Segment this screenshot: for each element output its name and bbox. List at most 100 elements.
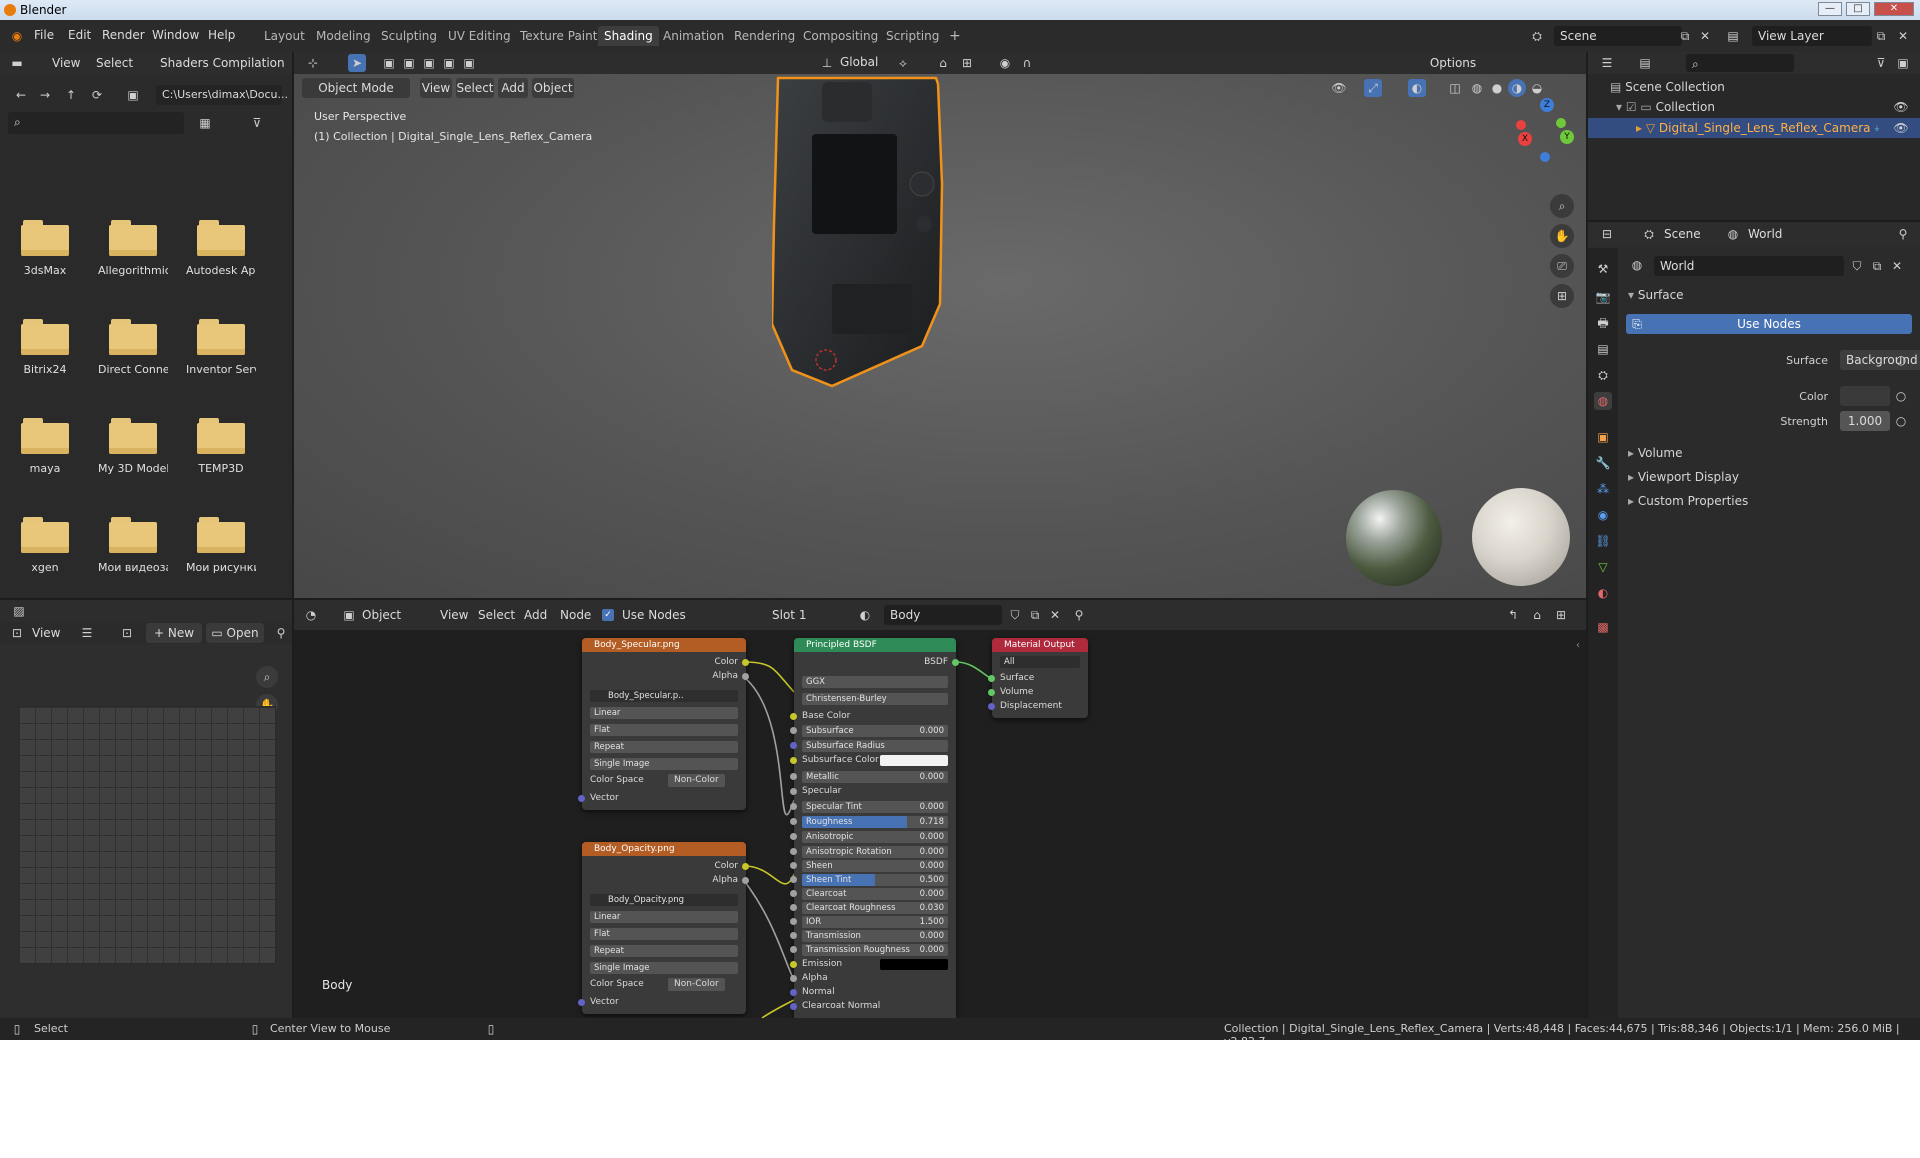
tab-uv-editing[interactable]: UV Editing (442, 26, 517, 46)
image-texture-node-specular[interactable]: Body_Specular.png Color Alpha Body_Specu… (578, 638, 749, 810)
forward-arrow-icon[interactable]: → (36, 86, 54, 104)
camera-model[interactable] (772, 74, 1112, 414)
subsurface-method-select[interactable]: Christensen-Burley (802, 693, 948, 705)
unlink-material-icon[interactable]: ✕ (1046, 606, 1064, 624)
interpolation-select[interactable]: Linear (590, 707, 738, 719)
object-mode-select[interactable]: Object Mode (302, 78, 410, 98)
sidebar-toggle-icon[interactable]: ‹ (1576, 640, 1580, 651)
particles-tab-icon[interactable]: ⁂ (1594, 480, 1612, 498)
duplicate-world-icon[interactable]: ⧉ (1868, 257, 1886, 275)
viewport-menu-view[interactable]: View (420, 78, 452, 98)
tab-layout[interactable]: Layout (258, 26, 311, 46)
gizmo-y-neg[interactable] (1556, 118, 1566, 128)
material-name-field[interactable]: Body (884, 605, 1002, 625)
snap-icon[interactable]: ⌂ (934, 54, 952, 72)
volume-section-header[interactable]: ▸ Volume (1628, 446, 1682, 460)
data-tab-icon[interactable]: ▽ (1594, 558, 1612, 576)
tab-compositing[interactable]: Compositing (797, 26, 884, 46)
metallic-socket[interactable] (790, 773, 797, 780)
navigation-gizmo[interactable]: Z X Y (1512, 92, 1586, 164)
gizmo-toggle-icon[interactable]: ⤢ (1364, 79, 1382, 97)
file-search-input[interactable]: ⌕ (8, 112, 184, 134)
select-box-extend-icon[interactable]: ▣ (400, 54, 418, 72)
world-icon[interactable]: ◍ (1724, 225, 1742, 243)
filebrowser-menu-shaders[interactable]: Shaders Compilation (160, 56, 285, 70)
normal-socket[interactable] (790, 989, 797, 996)
constraints-tab-icon[interactable]: ⛓ (1594, 532, 1612, 550)
emission-socket[interactable] (790, 961, 797, 968)
collection-item[interactable]: ▾ ☑ ▭ Collection (1616, 100, 1715, 114)
solid-shading-icon[interactable]: ● (1488, 79, 1506, 97)
image-menu-view[interactable]: View (32, 626, 60, 640)
tab-modeling[interactable]: Modeling (310, 26, 377, 46)
object-item[interactable]: ▸ ▽ Digital_Single_Lens_Reflex_Camera (1636, 121, 1871, 135)
overlay-toggle-icon[interactable]: ◐ (1408, 79, 1426, 97)
pivot-point-icon[interactable]: ⟡ (894, 54, 912, 72)
output-tab-icon[interactable]: 🖶 (1594, 314, 1612, 332)
specular-tint-field[interactable]: Specular Tint 0.000 (802, 801, 948, 813)
options-menu[interactable]: Options (1420, 53, 1486, 73)
folder-item[interactable]: TEMP3D (186, 418, 256, 475)
scene-selector[interactable]: Scene (1554, 26, 1682, 46)
transmission-field[interactable]: Transmission 0.000 (802, 930, 948, 942)
editor-type-icon[interactable]: ▬ (8, 54, 26, 72)
folder-item[interactable]: maya (10, 418, 80, 475)
folder-item[interactable]: Direct Connect (98, 319, 168, 376)
gizmo-z-neg[interactable] (1540, 152, 1550, 162)
snap-target-icon[interactable]: ⊞ (1552, 606, 1570, 624)
sheen-socket[interactable] (790, 862, 797, 869)
image-browse-icon[interactable]: ⊡ (118, 624, 136, 642)
duplicate-material-icon[interactable]: ⧉ (1026, 606, 1044, 624)
folder-item[interactable]: 3dsMax (10, 220, 80, 277)
folder-item[interactable]: Bitrix24 (10, 319, 80, 376)
snap-target-icon[interactable]: ⊞ (958, 54, 976, 72)
viewport-menu-add[interactable]: Add (498, 78, 528, 98)
gizmo-x-pos[interactable] (1516, 120, 1526, 130)
color-link-icon[interactable]: ○ (1892, 387, 1910, 405)
metallic-field[interactable]: Metallic 0.000 (802, 771, 948, 783)
tab-shading[interactable]: Shading (598, 26, 659, 46)
folder-item[interactable]: Inventor Serv.. (186, 319, 256, 376)
clearcoat-roughness-socket[interactable] (790, 904, 797, 911)
visibility-icon[interactable]: 👁 (1330, 79, 1348, 97)
3d-viewport[interactable]: Object Mode View Select Add Object User … (294, 74, 1586, 598)
color-output-socket[interactable] (742, 863, 749, 870)
view-layer-tab-icon[interactable]: ▤ (1594, 340, 1612, 358)
alpha-output-socket[interactable] (742, 673, 749, 680)
tab-scripting[interactable]: Scripting (880, 26, 945, 46)
subsurface-radius-socket[interactable] (790, 742, 797, 749)
blender-menu-icon[interactable]: ◉ (8, 27, 26, 45)
scene-icon[interactable]: ⛭ (1528, 27, 1546, 45)
color-space-select[interactable]: Non-Color (668, 978, 725, 991)
source-select[interactable]: Single Image (590, 758, 738, 770)
vector-input-socket[interactable] (578, 999, 585, 1006)
base-color-socket[interactable] (790, 713, 797, 720)
bsdf-output-socket[interactable] (952, 659, 959, 666)
select-box-subtract-icon[interactable]: ▣ (420, 54, 438, 72)
ior-field[interactable]: IOR 1.500 (802, 916, 948, 928)
viewport-display-section-header[interactable]: ▸ Viewport Display (1628, 470, 1739, 484)
outliner-search-input[interactable]: ⌕ (1686, 54, 1794, 72)
zoom-icon[interactable]: ⌕ (1550, 194, 1574, 218)
parent-node-tree-icon[interactable]: ↰ (1504, 606, 1522, 624)
distribution-select[interactable]: GGX (802, 676, 948, 688)
hamburger-menu-icon[interactable]: ☰ (78, 624, 96, 642)
anisotropic-socket[interactable] (790, 833, 797, 840)
tool-settings-icon[interactable]: ⊹ (304, 54, 322, 72)
anisotropic-field[interactable]: Anisotropic 0.000 (802, 831, 948, 843)
tab-animation[interactable]: Animation (657, 26, 730, 46)
filebrowser-menu-select[interactable]: Select (96, 56, 133, 70)
gizmo-y-axis[interactable]: Y (1560, 130, 1574, 144)
menu-help[interactable]: Help (208, 28, 235, 42)
viewport-menu-select[interactable]: Select (456, 78, 494, 98)
unlink-world-icon[interactable]: ✕ (1888, 257, 1906, 275)
select-box-new-icon[interactable]: ▣ (380, 54, 398, 72)
roughness-field[interactable]: Roughness 0.718 (802, 816, 948, 828)
strength-link-icon[interactable]: ○ (1892, 412, 1910, 430)
eye-icon[interactable]: 👁 (1892, 98, 1910, 116)
copy-scene-icon[interactable]: ⧉ (1676, 27, 1694, 45)
new-folder-icon[interactable]: ▣ (124, 86, 142, 104)
surface-input-socket[interactable] (988, 675, 995, 682)
custom-properties-section-header[interactable]: ▸ Custom Properties (1628, 494, 1748, 508)
clearcoat-roughness-field[interactable]: Clearcoat Roughness 0.030 (802, 902, 948, 914)
